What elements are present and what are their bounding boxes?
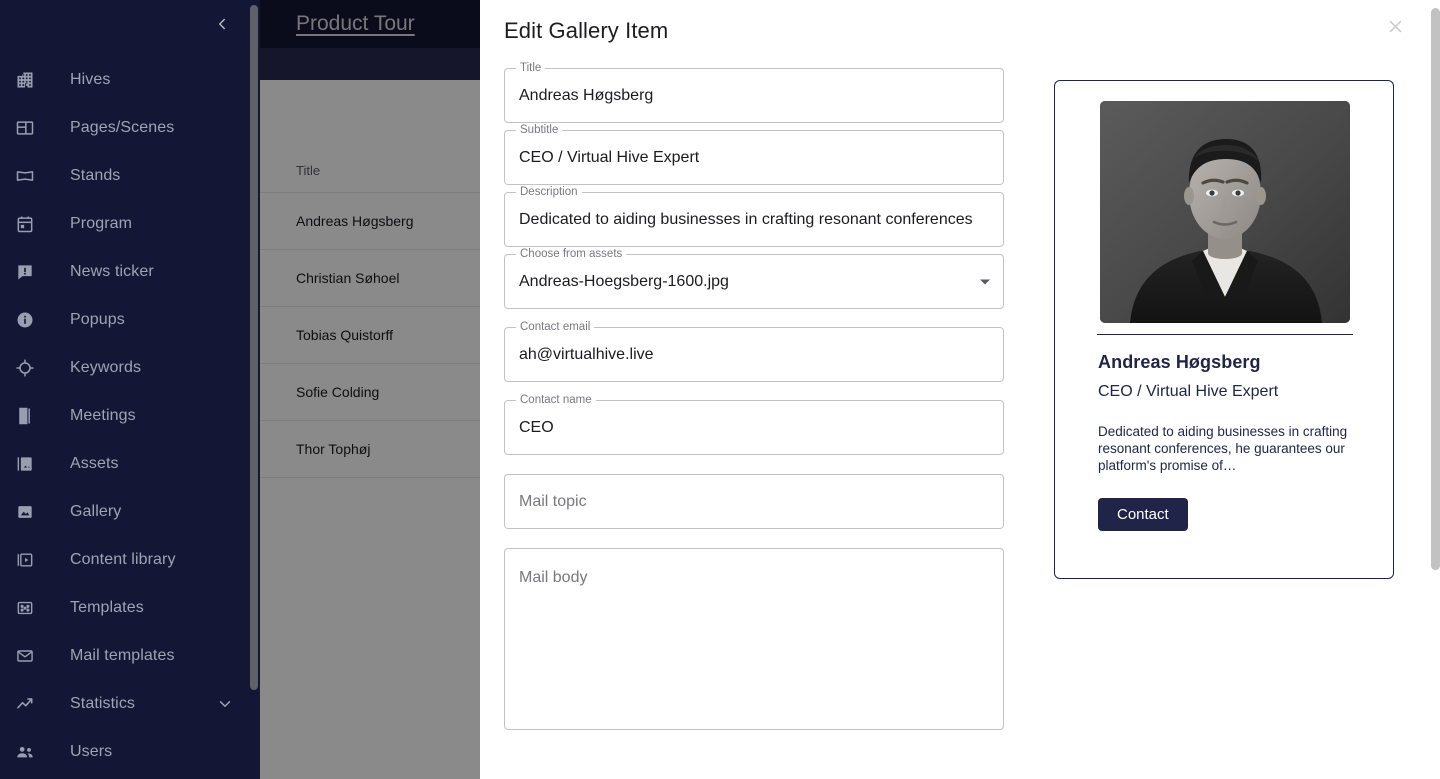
target-icon <box>13 356 37 380</box>
preview-name: Andreas Høgsberg <box>1098 352 1261 372</box>
preview-divider <box>1097 334 1353 335</box>
page-title[interactable]: Product Tour <box>296 12 415 36</box>
mail-body-field[interactable]: Mail body <box>504 548 1004 730</box>
sidebar-item-label: Keywords <box>70 359 142 376</box>
sidebar-nav-list: Hives Pages/Scenes Stands Program News t… <box>0 56 260 776</box>
sidebar-item-label: Statistics <box>70 695 136 712</box>
sidebar-item-label: Program <box>70 215 133 232</box>
sidebar-item-content-library[interactable]: Content library <box>0 536 260 584</box>
contact-name-label: Contact name <box>516 394 596 407</box>
chevron-down-icon[interactable] <box>216 695 234 713</box>
users-icon <box>13 740 37 764</box>
calendar-icon <box>13 212 37 236</box>
envelope-icon <box>13 644 37 668</box>
contact-name-value: CEO <box>519 418 554 436</box>
sidebar-item-label: Popups <box>70 311 125 328</box>
info-circle-icon <box>13 308 37 332</box>
sidebar-item-mail-templates[interactable]: Mail templates <box>0 632 260 680</box>
sidebar-item-label: Stands <box>70 167 121 184</box>
contact-email-label: Contact email <box>516 321 595 334</box>
dialog-scrollbar-thumb[interactable] <box>1431 8 1440 570</box>
sidebar-item-hives[interactable]: Hives <box>0 56 260 104</box>
sidebar-item-label: Content library <box>70 551 176 568</box>
sidebar-item-pages-scenes[interactable]: Pages/Scenes <box>0 104 260 152</box>
video-library-icon <box>13 548 37 572</box>
images-icon <box>13 452 37 476</box>
preview-subtitle: CEO / Virtual Hive Expert <box>1098 383 1279 400</box>
image-icon <box>13 500 37 524</box>
gallery-item-preview-card: Andreas Høgsberg CEO / Virtual Hive Expe… <box>1054 80 1394 579</box>
contact-email-field[interactable]: Contact email ah@virtualhive.live <box>504 321 1004 382</box>
choose-from-assets-value: Andreas-Hoegsberg-1600.jpg <box>519 272 729 290</box>
sidebar-item-users[interactable]: Users <box>0 728 260 776</box>
choose-from-assets-label: Choose from assets <box>516 248 627 261</box>
subtitle-field-value: CEO / Virtual Hive Expert <box>519 148 700 166</box>
sidebar-item-news-ticker[interactable]: News ticker <box>0 248 260 296</box>
sidebar-item-label: Hives <box>70 71 111 88</box>
title-field-value: Andreas Høgsberg <box>519 86 654 104</box>
chevron-left-icon <box>213 15 231 33</box>
dialog-title: Edit Gallery Item <box>504 18 669 43</box>
avatar <box>1100 101 1350 323</box>
announcement-icon <box>13 260 37 284</box>
description-field-label: Description <box>516 186 582 199</box>
contact-email-value: ah@virtualhive.live <box>519 345 654 363</box>
sidebar-item-stands[interactable]: Stands <box>0 152 260 200</box>
edit-gallery-item-dialog: Edit Gallery Item Title Andreas Høgsberg… <box>480 0 1440 779</box>
mail-body-placeholder: Mail body <box>519 569 588 586</box>
sidebar-collapse-button[interactable] <box>210 12 234 36</box>
building-icon <box>13 68 37 92</box>
choose-from-assets-select[interactable]: Choose from assets Andreas-Hoegsberg-160… <box>504 248 1004 309</box>
sidebar-item-keywords[interactable]: Keywords <box>0 344 260 392</box>
sidebar-item-label: Templates <box>70 599 144 616</box>
sidebar-item-gallery[interactable]: Gallery <box>0 488 260 536</box>
template-icon <box>13 596 37 620</box>
stand-icon <box>13 164 37 188</box>
close-icon <box>1387 18 1404 35</box>
sidebar-item-label: Assets <box>70 455 119 472</box>
layout-icon <box>13 116 37 140</box>
sidebar-scrollbar[interactable] <box>250 0 258 779</box>
subtitle-field[interactable]: Subtitle CEO / Virtual Hive Expert <box>504 124 1004 185</box>
sidebar-item-label: Gallery <box>70 503 122 520</box>
sidebar-item-popups[interactable]: Popups <box>0 296 260 344</box>
door-icon <box>13 404 37 428</box>
description-field-value: Dedicated to aiding businesses in crafti… <box>519 210 973 228</box>
sidebar-item-label: Pages/Scenes <box>70 119 175 136</box>
edit-form: Title Andreas Høgsberg Subtitle CEO / Vi… <box>504 62 1004 737</box>
sidebar-item-label: News ticker <box>70 263 154 280</box>
sidebar-item-label: Mail templates <box>70 647 175 664</box>
sidebar-item-program[interactable]: Program <box>0 200 260 248</box>
portrait-photo-icon <box>1100 101 1350 323</box>
preview-description: Dedicated to aiding businesses in crafti… <box>1098 424 1348 473</box>
sidebar-item-statistics[interactable]: Statistics <box>0 680 260 728</box>
mail-topic-placeholder: Mail topic <box>519 492 587 510</box>
subtitle-field-label: Subtitle <box>516 124 563 137</box>
sidebar-item-templates[interactable]: Templates <box>0 584 260 632</box>
dialog-scrollbar[interactable] <box>1431 0 1440 779</box>
app-root: Hives Pages/Scenes Stands Program News t… <box>0 0 1440 779</box>
contact-button[interactable]: Contact <box>1098 498 1188 531</box>
title-field-label: Title <box>516 62 546 75</box>
dropdown-arrow-icon[interactable] <box>980 279 990 284</box>
sidebar-scrollbar-thumb[interactable] <box>250 5 258 690</box>
description-field[interactable]: Description Dedicated to aiding business… <box>504 186 1004 247</box>
title-field[interactable]: Title Andreas Høgsberg <box>504 62 1004 123</box>
contact-name-field[interactable]: Contact name CEO <box>504 394 1004 455</box>
sidebar-item-meetings[interactable]: Meetings <box>0 392 260 440</box>
close-button[interactable] <box>1383 14 1407 38</box>
mail-topic-field[interactable]: Mail topic <box>504 474 1004 529</box>
trending-up-icon <box>13 692 37 716</box>
sidebar-item-label: Meetings <box>70 407 136 424</box>
sidebar: Hives Pages/Scenes Stands Program News t… <box>0 0 260 779</box>
sidebar-item-assets[interactable]: Assets <box>0 440 260 488</box>
sidebar-item-label: Users <box>70 743 113 760</box>
